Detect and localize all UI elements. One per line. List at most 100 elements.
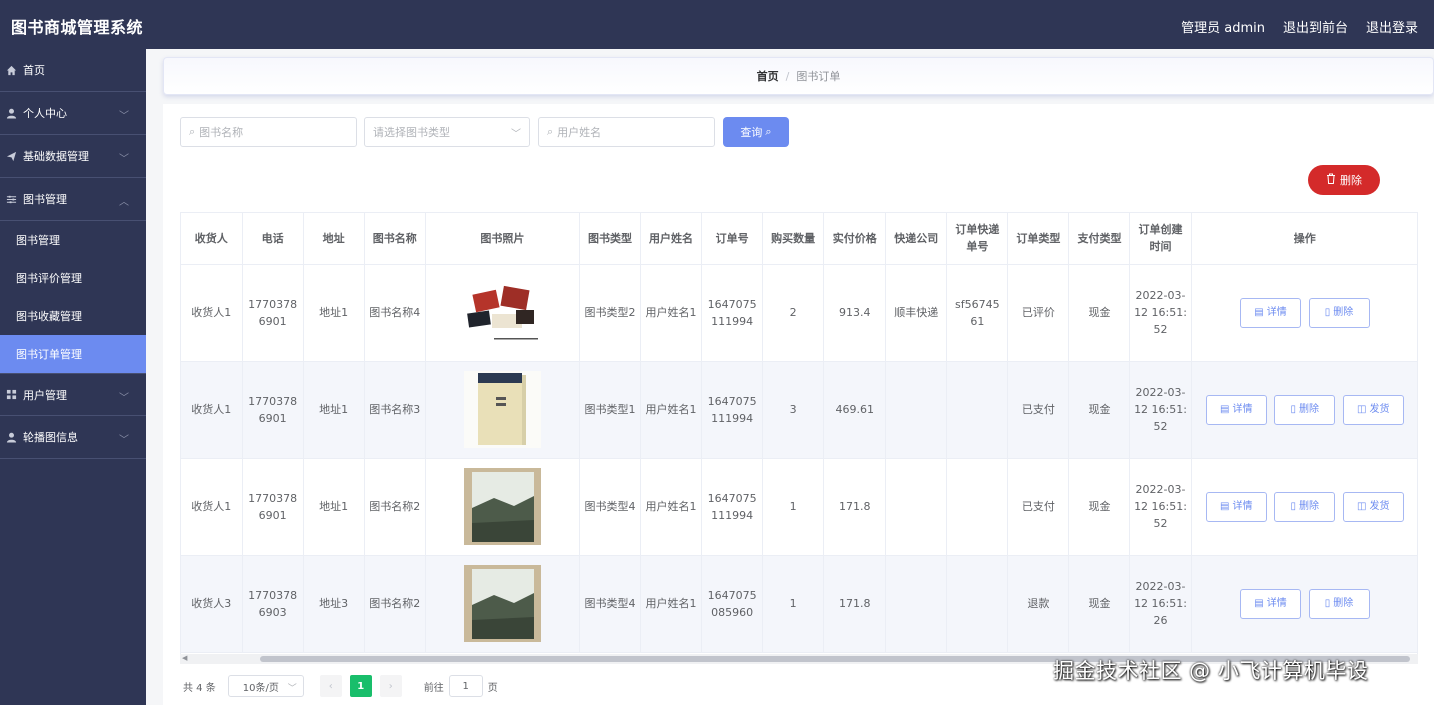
user-name-search-input[interactable]: ⌕ 用户姓名 [538,117,715,147]
search-icon: ⌕ [189,125,196,138]
cell-price: 171.8 [823,555,887,653]
detail-button[interactable]: ▤ 详情 [1205,394,1267,425]
sidebar-subitem-book-order[interactable]: 图书订单管理 [0,335,146,373]
breadcrumb: 首页 / 图书订单 [163,57,1434,95]
content-panel: ⌕ 图书名称 请选择图书类型 ﹀ ⌕ 用户姓名 查询 ⌕ 删除 收货人 电话 地… [163,104,1434,705]
delete-button[interactable]: ▯ 删除 [1274,394,1336,425]
sidebar-item-user-mgmt[interactable]: 用户管理 ﹀ [0,373,146,416]
delete-button-label: 删除 [1333,598,1354,609]
grid-icon [5,389,17,401]
goto-prefix: 前往 [423,682,444,694]
user-icon [5,431,17,443]
trash-icon [1326,173,1336,187]
document-icon: ▤ [1254,307,1264,318]
sidebar-item-home[interactable]: 首页 [0,49,146,92]
query-button[interactable]: 查询 ⌕ [723,117,789,147]
breadcrumb-home[interactable]: 首页 [757,68,779,84]
detail-button[interactable]: ▤ 详情 [1205,491,1267,522]
column-header: 图书照片 [425,213,580,265]
chevron-left-icon: ‹ [328,680,333,692]
column-header: 图书名称 [364,213,426,265]
send-icon [5,150,17,162]
page-size-select[interactable]: 10条/页 ﹀ [227,675,304,697]
cell-address: 地址1 [303,458,365,556]
cell-book-photo [425,361,580,459]
cell-user-name: 用户姓名1 [640,361,703,459]
book-photo[interactable] [463,468,541,545]
cell-book-name: 图书名称4 [364,264,426,362]
chevron-up-icon: ︿ [119,197,129,208]
book-type-select[interactable]: 请选择图书类型 ﹀ [364,117,530,147]
cell-user-name: 用户姓名1 [640,458,703,556]
ship-button[interactable]: ◫ 发货 [1342,394,1404,425]
book-icon: ◫ [1357,501,1367,512]
detail-button[interactable]: ▤ 详情 [1240,297,1302,328]
prev-page-button[interactable]: ‹ [319,675,342,697]
ship-button[interactable]: ◫ 发货 [1342,491,1404,522]
sidebar-item-book-mgmt[interactable]: 图书管理 ︿ [0,178,146,221]
exit-to-front-link[interactable]: 退出到前台 [1283,17,1348,36]
app-title: 图书商城管理系统 [11,18,144,37]
delete-button[interactable]: ▯ 删除 [1274,491,1336,522]
document-icon: ▤ [1254,598,1264,609]
home-icon [5,64,17,76]
sidebar-subitem-book-review[interactable]: 图书评价管理 [0,259,146,297]
next-page-button[interactable]: › [379,675,402,697]
book-photo[interactable] [464,274,541,351]
cell-order-no: 1647075111994 [701,458,764,556]
sidebar-subitem-book-mgmt[interactable]: 图书管理 [0,221,146,259]
cell-order-no: 1647075111994 [701,264,764,362]
sidebar-subitem-book-favorite[interactable]: 图书收藏管理 [0,297,146,335]
batch-delete-button[interactable]: 删除 [1308,165,1380,195]
chevron-down-icon: ﹀ [119,435,129,446]
document-icon: ▤ [1220,404,1230,415]
sidebar-item-personal[interactable]: 个人中心 ﹀ [0,92,146,135]
cell-phone: 17703786901 [242,458,304,556]
cell-phone: 17703786903 [242,555,304,653]
cell-phone: 17703786901 [242,361,304,459]
table-row: 收货人1 17703786901 地址1 图书名称4 图书类型2 用户姓名1 1… [181,264,1417,362]
table-row: 收货人1 17703786901 地址1 图书名称2 图书类型4 用户姓名1 1… [181,458,1417,556]
cell-book-type: 图书类型4 [579,555,641,653]
ship-button-label: 发货 [1369,404,1390,415]
cell-qty: 1 [762,458,825,556]
sidebar-item-basic-data[interactable]: 基础数据管理 ﹀ [0,135,146,178]
cell-receiver: 收货人1 [181,264,243,362]
cell-book-name: 图书名称2 [364,555,426,653]
detail-button-label: 详情 [1232,404,1253,415]
column-header: 购买数量 [762,213,825,265]
page-number[interactable]: 1 [349,675,372,697]
book-icon: ◫ [1357,404,1367,415]
cell-qty: 1 [762,555,825,653]
top-bar: 图书商城管理系统 管理员 admin 退出到前台 退出登录 [0,0,1434,49]
logout-link[interactable]: 退出登录 [1366,17,1418,36]
cell-actions: ▤ 详情 ▯ 删除 ◫ 发货 [1191,361,1417,459]
cell-order-no: 1647075085960 [701,555,764,653]
cell-address: 地址1 [303,264,365,362]
goto-page-input[interactable]: 1 [448,675,483,697]
chevron-down-icon: ﹀ [119,154,129,165]
delete-button[interactable]: ▯ 删除 [1308,297,1370,328]
cell-created: 2022-03-12 16:51:52 [1129,458,1192,556]
column-header: 订单号 [701,213,764,265]
cell-book-name: 图书名称2 [364,458,426,556]
detail-button[interactable]: ▤ 详情 [1240,588,1302,619]
page-size-value: 10条/页 [242,682,279,694]
sidebar-item-carousel[interactable]: 轮播图信息 ﹀ [0,416,146,459]
scroll-left-icon[interactable]: ◀ [182,654,187,662]
cell-pay-type: 现金 [1068,555,1131,653]
cell-receiver: 收货人1 [181,458,243,556]
delete-button[interactable]: ▯ 删除 [1308,588,1370,619]
table-header-row: 收货人 电话 地址 图书名称 图书照片 图书类型 用户姓名 订单号 购买数量 实… [181,213,1417,265]
book-name-search-input[interactable]: ⌕ 图书名称 [180,117,357,147]
cell-user-name: 用户姓名1 [640,555,703,653]
sidebar: 首页 个人中心 ﹀ 基础数据管理 ﹀ 图书管理 ︿ 图书管理 图书评价管理 图书… [0,49,146,705]
book-photo[interactable] [463,565,541,642]
delete-button-label: 删除 [1299,404,1320,415]
sliders-icon [5,193,17,205]
breadcrumb-separator: / [785,69,790,83]
breadcrumb-current: 图书订单 [796,70,841,83]
cell-tracking [946,458,1009,556]
sidebar-item-label: 个人中心 [23,107,67,120]
book-photo[interactable] [463,371,541,448]
